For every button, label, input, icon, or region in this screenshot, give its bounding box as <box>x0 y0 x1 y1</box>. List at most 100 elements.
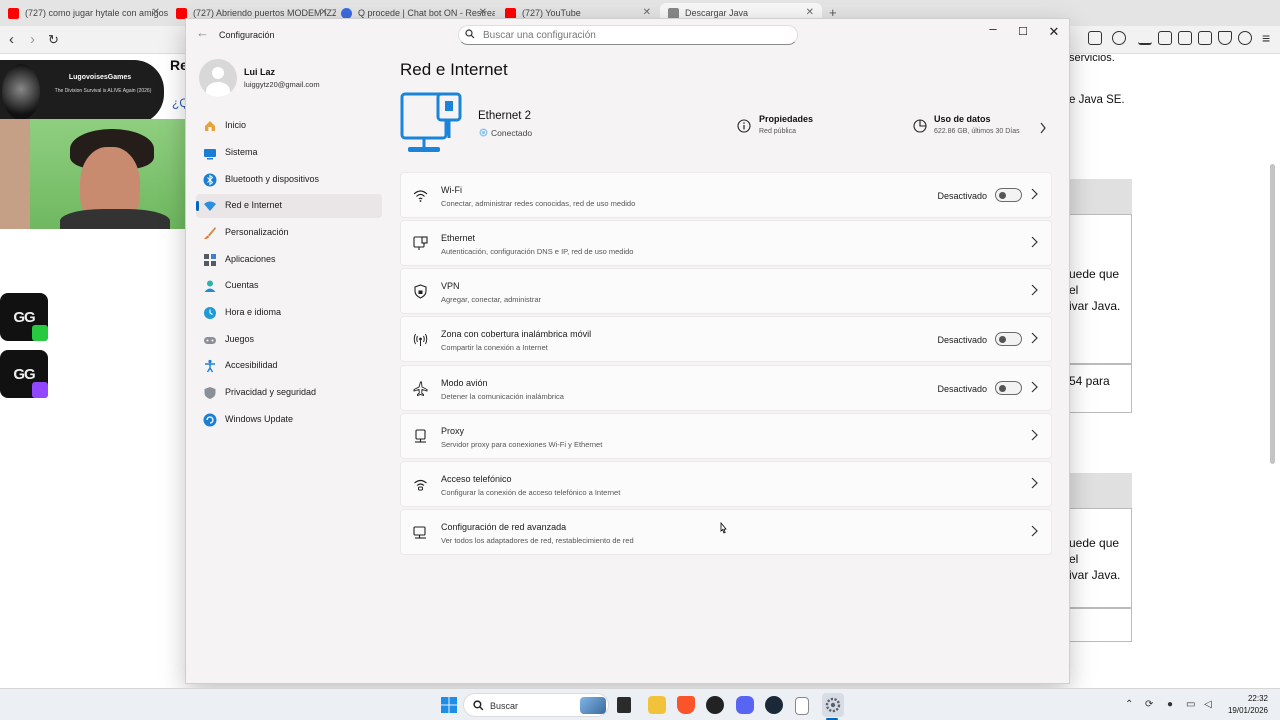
sidebar-item-windows-update[interactable]: Windows Update <box>196 408 382 432</box>
app-title: Configuración <box>219 30 275 40</box>
data-usage-link[interactable]: Uso de datos 622.86 GB, últimos 30 Días <box>912 110 1052 150</box>
wallet-icon[interactable] <box>1198 31 1212 45</box>
sidebar-item-label: Juegos <box>225 334 255 344</box>
notepad-icon[interactable] <box>795 697 809 715</box>
close-tab-icon[interactable]: ✕ <box>643 7 651 18</box>
youtube-icon <box>8 7 19 19</box>
sync-icon[interactable]: ⟳ <box>1145 699 1153 710</box>
setting-row-proxy[interactable]: Proxy Servidor proxy para conexiones Wi-… <box>400 413 1052 459</box>
close-button[interactable]: ✕ <box>1040 22 1068 42</box>
discord-icon[interactable] <box>736 696 754 714</box>
accounts-icon <box>204 280 216 292</box>
sidebar-item-juegos[interactable]: Juegos <box>196 328 382 352</box>
mouse-cursor-icon <box>720 522 727 534</box>
clock-date[interactable]: 19/01/2026 <box>1218 706 1268 715</box>
avatar[interactable] <box>199 59 237 97</box>
downloads-list-icon[interactable] <box>1158 31 1172 45</box>
windows-start-icon[interactable] <box>441 697 457 713</box>
gg-logo: GG <box>0 350 48 398</box>
advanced-network-icon <box>413 526 426 539</box>
close-tab-icon[interactable]: ✕ <box>320 7 328 18</box>
chevron-up-icon[interactable]: ⌃ <box>1125 699 1133 710</box>
back-arrow-icon[interactable]: ‹ <box>9 31 14 48</box>
network-tray-icon[interactable]: ▭ <box>1186 699 1195 710</box>
setting-row-vpn[interactable]: VPN Agregar, conectar, administrar <box>400 268 1052 314</box>
menu-icon[interactable]: ≡ <box>1262 30 1270 46</box>
time-language-icon <box>204 307 216 319</box>
sidebar-item-red-internet[interactable]: Red e Internet <box>196 194 382 218</box>
maximize-button[interactable]: ☐ <box>1009 22 1037 42</box>
close-tab-icon[interactable]: ✕ <box>479 7 487 18</box>
extension-icon[interactable] <box>1088 31 1102 45</box>
stream-banner: LugovoisesGames The Division Survival is… <box>0 60 164 124</box>
toolbar-icon[interactable] <box>1112 31 1126 45</box>
minimize-button[interactable]: – <box>979 19 1007 39</box>
forward-arrow-icon[interactable]: › <box>30 31 35 48</box>
search-highlight-image <box>580 697 606 714</box>
taskbar-search[interactable]: Buscar <box>463 693 609 717</box>
sidebar-item-label: Windows Update <box>225 414 294 424</box>
sidebar-item-sistema[interactable]: Sistema <box>196 141 382 165</box>
sidebar-item-label: Accesibilidad <box>225 360 278 370</box>
airplane-icon <box>413 381 428 396</box>
brave-browser-icon[interactable] <box>677 696 695 714</box>
sidebar-item-bluetooth[interactable]: Bluetooth y dispositivos <box>196 168 382 192</box>
setting-description: Detener la comunicación inalámbrica <box>441 392 564 401</box>
sidebar-toggle-icon[interactable] <box>1178 31 1192 45</box>
sidebar-item-personalizacion[interactable]: Personalización <box>196 221 382 245</box>
airplane-mode-toggle[interactable] <box>995 381 1022 395</box>
volume-icon[interactable]: ◁ <box>1204 699 1212 710</box>
steam-icon[interactable] <box>765 696 783 714</box>
setting-row-airplane-mode[interactable]: Modo avión Detener la comunicación inalá… <box>400 365 1052 411</box>
clock-time[interactable]: 22:32 <box>1238 694 1268 703</box>
file-explorer-icon[interactable] <box>648 696 666 714</box>
data-usage-title: Uso de datos <box>934 114 991 124</box>
page-title: Red e Internet <box>400 60 508 79</box>
browser-tab-title: (727) como jugar hytale con amigos <box>25 8 168 18</box>
hotspot-toggle[interactable] <box>995 332 1022 346</box>
accessibility-icon <box>205 359 215 373</box>
obs-icon[interactable] <box>706 696 724 714</box>
sidebar-item-label: Cuentas <box>225 280 259 290</box>
setting-row-ethernet[interactable]: Ethernet Autenticación, configuración DN… <box>400 220 1052 266</box>
page-scrollbar[interactable] <box>1270 164 1275 464</box>
channel-logo <box>2 64 40 120</box>
main-content: Red e Internet Ethernet 2 Conectado Prop… <box>400 51 1069 683</box>
close-tab-icon[interactable]: ✕ <box>806 7 814 18</box>
browser-tab[interactable]: (727) como jugar hytale con amigos ✕ <box>0 3 168 23</box>
leo-icon[interactable] <box>1238 31 1252 45</box>
sidebar-item-inicio[interactable]: Inicio <box>196 114 382 138</box>
setting-row-hotspot[interactable]: Zona con cobertura inalámbrica móvil Com… <box>400 316 1052 362</box>
download-icon[interactable] <box>1138 31 1152 45</box>
task-view-icon[interactable] <box>617 697 631 713</box>
restream-icon <box>341 7 352 19</box>
info-icon <box>737 119 751 133</box>
sidebar-item-aplicaciones[interactable]: Aplicaciones <box>196 248 382 272</box>
sidebar-item-privacidad[interactable]: Privacidad y seguridad <box>196 381 382 405</box>
sidebar-item-cuentas[interactable]: Cuentas <box>196 274 382 298</box>
search-input[interactable] <box>483 28 783 42</box>
page-text-fragment: e Java SE. <box>1069 94 1125 106</box>
twitch-icon <box>32 382 48 398</box>
connection-status: Conectado <box>491 128 533 138</box>
sidebar-item-accesibilidad[interactable]: Accesibilidad <box>196 354 382 378</box>
setting-row-wifi[interactable]: Wi-Fi Conectar, administrar redes conoci… <box>400 172 1052 218</box>
page-text-fragment: uede que <box>1069 536 1120 550</box>
chevron-right-icon <box>1031 477 1038 489</box>
microphone-icon[interactable]: ● <box>1167 699 1173 710</box>
sidebar-item-hora-idioma[interactable]: Hora e idioma <box>196 301 382 325</box>
reload-icon[interactable]: ↻ <box>48 32 59 48</box>
close-tab-icon[interactable]: ✕ <box>152 7 160 18</box>
shield-toolbar-icon[interactable] <box>1218 31 1232 45</box>
properties-link[interactable]: Propiedades Red pública <box>736 110 886 150</box>
table-cell <box>1069 364 1132 413</box>
new-tab-icon[interactable]: + <box>829 5 837 20</box>
setting-row-dialup[interactable]: Acceso telefónico Configurar la conexión… <box>400 461 1052 507</box>
vpn-shield-icon <box>414 284 427 299</box>
chevron-right-icon <box>1031 525 1038 537</box>
channel-subtitle: The Division Survival is ALIVE Again (20… <box>54 88 152 94</box>
gg-logo-text: GG <box>13 365 35 383</box>
back-arrow-icon[interactable]: ← <box>196 25 209 40</box>
wifi-toggle[interactable] <box>995 188 1022 202</box>
search-box[interactable] <box>458 25 798 45</box>
